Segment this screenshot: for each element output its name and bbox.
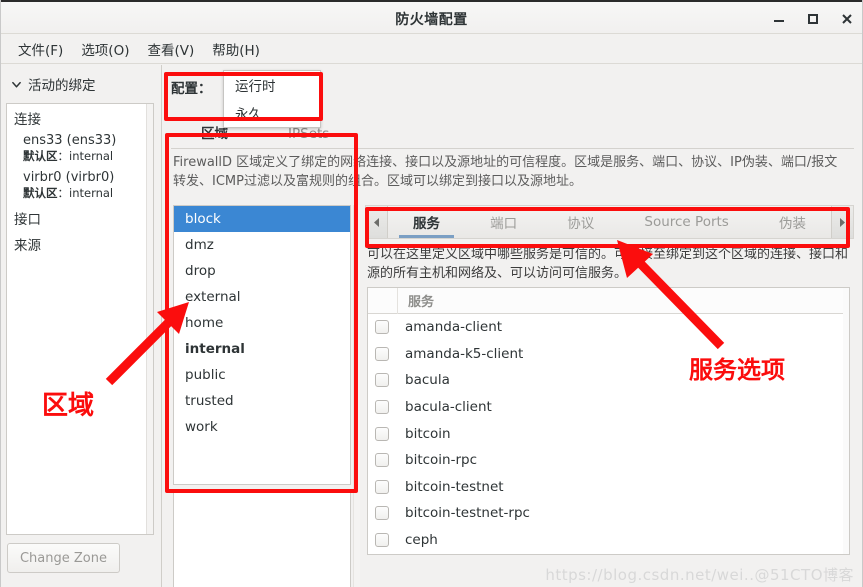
service-checkbox[interactable] [375,400,389,415]
config-option-permanent[interactable]: 永久 [224,99,320,127]
firewall-config-window: 防火墙配置 文件(F) 选项(O) 查看(V) 帮助(H) 活动的绑定 连接 e… [0,0,863,587]
service-description: 可以在这里定义区域中哪些服务是可信的。可连接至绑定到这个区域的连接、接口和源的所… [367,247,849,281]
table-row[interactable]: amanda-client [368,314,849,341]
header-service-column: 服务 [408,295,435,310]
connection-name: ens33 (ens33) [23,133,117,148]
active-bindings-panel: 活动的绑定 连接 ens33 (ens33) 默认区：internal virb… [1,65,162,587]
service-checkbox[interactable] [375,373,389,388]
zone-item-dmz[interactable]: dmz [174,232,350,258]
change-zone-button[interactable]: Change Zone [7,543,120,573]
zone-list-scrollbar[interactable] [353,205,360,587]
tab-source-ports[interactable]: Source Ports [619,206,754,238]
window-controls [771,2,855,36]
chevron-down-icon [11,79,22,90]
tab-protocols[interactable]: 协议 [542,206,619,238]
title-bar: 防火墙配置 [1,0,862,34]
default-zone-value: internal [69,186,114,200]
default-zone-value: internal [69,149,114,163]
service-checkbox[interactable] [375,453,389,468]
bindings-group-interfaces: 接口 [14,212,41,228]
window-title: 防火墙配置 [395,12,468,28]
menu-file[interactable]: 文件(F) [9,36,72,62]
default-zone-label: 默认区 [23,186,58,200]
zone-item-drop[interactable]: drop [174,258,350,284]
zone-detail-panel: 服务 端口 协议 Source Ports 伪装 可以在这里定义区域中哪些服务是… [365,205,854,575]
table-row[interactable]: bitcoin-rpc [368,447,849,474]
service-name: bitcoin [405,425,451,442]
zone-item-block[interactable]: block [174,206,350,232]
table-row[interactable]: amanda-k5-client [368,341,849,368]
service-table[interactable]: 服务 amanda-client amanda-k5-client bacula… [367,287,850,555]
triangle-left-icon[interactable] [366,206,388,238]
maximize-icon[interactable] [805,11,821,27]
service-checkbox[interactable] [375,506,389,521]
header-checkbox-cell [368,287,398,314]
config-row: 配置： [171,75,212,99]
zone-list[interactable]: block dmz drop external home internal pu… [173,205,351,485]
list-item[interactable]: ens33 (ens33) 默认区：internal [7,130,153,167]
table-row[interactable]: bitcoin-testnet [368,474,849,501]
service-checkbox[interactable] [375,426,389,441]
menu-options[interactable]: 选项(O) [72,36,138,62]
table-row[interactable]: bitcoin [368,420,849,447]
triangle-right-icon[interactable] [831,206,854,238]
zone-detail-tab-bar: 服务 端口 协议 Source Ports 伪装 [365,205,854,239]
service-name: bitcoin-testnet-rpc [405,505,530,522]
menu-view[interactable]: 查看(V) [138,36,203,62]
minimize-icon[interactable] [771,11,787,27]
bindings-list[interactable]: 连接 ens33 (ens33) 默认区：internal virbr0 (vi… [6,103,154,535]
service-checkbox[interactable] [375,320,389,335]
tab-ports[interactable]: 端口 [465,206,542,238]
table-row[interactable]: bacula [368,367,849,394]
default-zone-label: 默认区 [23,149,58,163]
menu-help[interactable]: 帮助(H) [203,36,269,62]
active-bindings-label: 活动的绑定 [28,78,96,94]
service-name: bacula-client [405,399,492,416]
bindings-group-connections: 连接 [14,112,41,128]
service-name: ceph [405,532,438,549]
zone-item-internal[interactable]: internal [174,336,350,362]
tab-services[interactable]: 服务 [388,206,465,238]
service-checkbox[interactable] [375,479,389,494]
zone-item-trusted[interactable]: trusted [174,388,350,414]
list-item[interactable]: virbr0 (virbr0) 默认区：internal [7,167,153,204]
service-name: amanda-client [405,319,503,336]
bindings-scrollbar[interactable] [146,104,153,534]
table-row[interactable]: bacula-client [368,394,849,421]
config-dropdown-popup[interactable]: 运行时 永久 [223,70,321,128]
zone-description: FirewallD 区域定义了绑定的网络连接、接口以及源地址的可信程度。区域是服… [173,155,838,189]
zone-item-home[interactable]: home [174,310,350,336]
zone-item-public[interactable]: public [174,362,350,388]
tab-masquerade[interactable]: 伪装 [754,206,831,238]
zone-item-work[interactable]: work [174,414,350,440]
service-name: bitcoin-rpc [405,452,478,469]
service-table-scrollbar[interactable] [843,288,849,554]
connection-default-zone: 默认区：internal [23,186,153,201]
default-zone-sep: ： [57,186,70,200]
connection-name: virbr0 (virbr0) [23,170,115,185]
config-option-runtime[interactable]: 运行时 [224,71,320,99]
service-name: bitcoin-testnet [405,478,504,495]
default-zone-sep: ： [57,149,70,163]
main-pane: 配置： 区域 IPSets FirewallD 区域定义了绑定的网络连接、接口以… [163,65,862,587]
service-checkbox[interactable] [375,346,389,361]
close-icon[interactable] [839,11,855,27]
zone-item-external[interactable]: external [174,284,350,310]
service-name: bacula [405,372,450,389]
config-label: 配置： [171,81,212,97]
active-bindings-expander[interactable]: 活动的绑定 [1,65,161,102]
connection-default-zone: 默认区：internal [23,149,153,164]
service-table-header: 服务 [368,287,849,314]
service-name: amanda-k5-client [405,345,524,362]
table-row[interactable]: ceph [368,527,849,554]
bindings-group-sources: 来源 [14,238,41,254]
menu-bar: 文件(F) 选项(O) 查看(V) 帮助(H) [1,34,862,64]
service-checkbox[interactable] [375,533,389,548]
table-row[interactable]: bitcoin-testnet-rpc [368,500,849,527]
zone-list-lower-area [173,490,351,587]
